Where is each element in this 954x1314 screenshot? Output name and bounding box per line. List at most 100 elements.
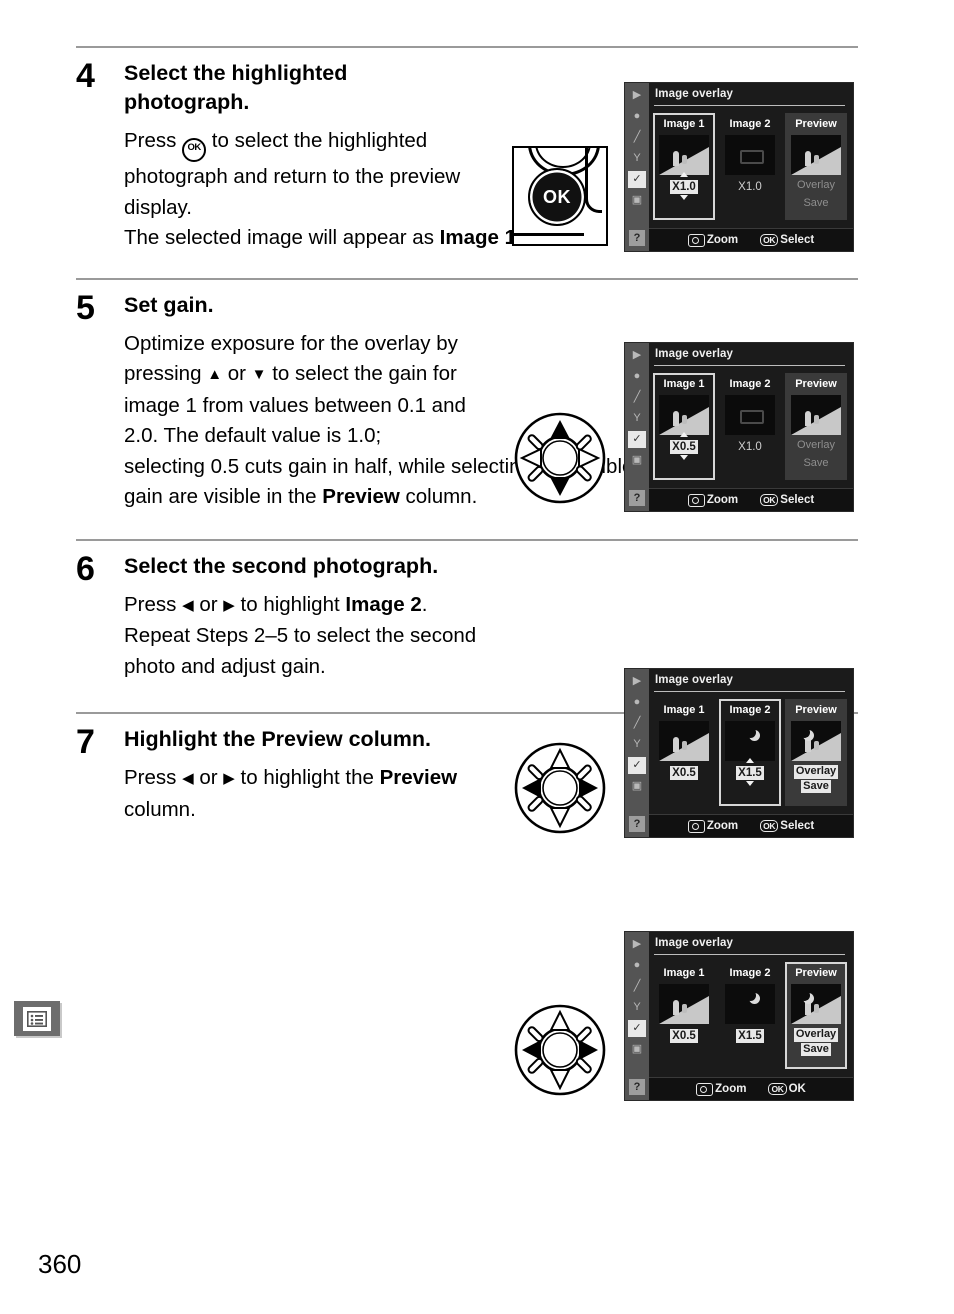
step-body-lead: Press [124,129,183,152]
step-number: 4 [76,57,95,95]
lcd-menu-sidebar: ▶ ● ╱ Y ✓ ▣ ? [625,83,649,251]
caret-down-icon [745,781,754,786]
overlay-option[interactable]: Overlay [785,765,847,779]
column-label: Image 1 [663,378,705,390]
zoom-label: Zoom [706,494,739,506]
overlay-option[interactable]: Overlay [785,439,847,453]
gain-value: X1.5 [736,766,764,780]
camera-body-edge [585,148,602,213]
save-option[interactable]: Save [787,1042,845,1056]
custom-settings-icon[interactable]: ╱ [628,978,646,995]
save-label: Save [803,456,829,469]
body-lead: Press [124,592,183,616]
lcd-title-divider [654,105,845,106]
magnifier-icon [687,233,705,247]
save-option[interactable]: Save [785,457,847,471]
ok-hint: OK Select [760,234,814,246]
retouch-menu-icon[interactable]: ✓ [628,171,646,188]
step-number: 6 [76,549,95,588]
thumbnail-image2-empty [725,395,775,435]
step-number: 7 [76,723,95,761]
lcd-step-5: ▶ ● ╱ Y ✓ ▣ ? Image overlay Image 1 X0.5… [624,342,854,512]
gain-control[interactable]: X1.0 [670,172,698,200]
lcd-column-image1[interactable]: Image 1 X0.5 [653,699,715,806]
lcd-column-image1[interactable]: Image 1 X0.5 [653,962,715,1069]
lcd-column-image1[interactable]: Image 1 X0.5 [653,373,715,480]
gain-control[interactable]: X0.5 [670,432,698,460]
column-label: Image 1 [663,118,705,130]
ok-button: OK [528,168,586,226]
recent-settings-icon[interactable]: ▣ [628,778,646,795]
column-label: Preview [795,704,837,716]
playback-icon[interactable]: ▶ [628,87,646,104]
overlay-label: Overlay [793,765,839,779]
thumbnail-image2 [725,984,775,1024]
lcd-columns: Image 1 X0.5 Image 2 X1.0 Preview Overla… [653,373,847,480]
thumbnail-image1 [659,395,709,435]
caret-up-icon [679,432,688,437]
gain-value: X0.5 [670,440,698,454]
setup-menu-icon[interactable]: Y [628,150,646,167]
column-label: Image 2 [729,704,771,716]
body-bold: Image 2 [345,592,422,616]
retouch-menu-icon[interactable]: ✓ [628,431,646,448]
column-label: Preview [795,378,837,390]
playback-icon[interactable]: ▶ [628,673,646,690]
shooting-menu-icon[interactable]: ● [628,694,646,711]
lcd-column-image1[interactable]: Image 1 X1.0 [653,113,715,220]
help-icon[interactable]: ? [629,490,645,506]
playback-icon[interactable]: ▶ [628,347,646,364]
save-option[interactable]: Save [785,779,847,793]
thumbnail-image1 [659,721,709,761]
ok-action-label: Select [780,234,815,246]
lcd-column-preview[interactable]: Preview Overlay Save [785,699,847,806]
title-end: column. [342,727,432,751]
thumbnail-preview [791,984,841,1024]
setup-menu-icon[interactable]: Y [628,736,646,753]
step-body: Press OK to select the highlighted photo… [124,126,496,223]
setup-menu-icon[interactable]: Y [628,999,646,1016]
lcd-footer: Zoom OK Select [649,228,853,251]
lcd-column-preview[interactable]: Preview Overlay Save [785,962,847,1069]
thumbnail-preview [791,395,841,435]
shooting-menu-icon[interactable]: ● [628,957,646,974]
save-label: Save [801,779,831,793]
custom-settings-icon[interactable]: ╱ [628,129,646,146]
gain-value: X0.5 [670,1029,698,1043]
help-icon[interactable]: ? [629,230,645,246]
custom-settings-icon[interactable]: ╱ [628,389,646,406]
ok-badge-icon: OK [760,494,779,506]
lcd-column-preview[interactable]: Preview Overlay Save [785,113,847,220]
help-icon[interactable]: ? [629,816,645,832]
lcd-column-image2[interactable]: Image 2 X1.5 [719,962,781,1069]
recent-settings-icon[interactable]: ▣ [628,192,646,209]
lcd-footer: Zoom OK Select [649,814,853,837]
thumbnail-image1 [659,984,709,1024]
zoom-hint: Zoom [687,233,738,247]
overlay-option[interactable]: Overlay [787,1028,845,1042]
column-label: Image 2 [729,378,771,390]
column-label: Preview [795,118,837,130]
playback-icon[interactable]: ▶ [628,936,646,953]
recent-settings-icon[interactable]: ▣ [628,452,646,469]
overlay-option[interactable]: Overlay [785,179,847,193]
shooting-menu-icon[interactable]: ● [628,108,646,125]
lcd-column-image2[interactable]: Image 2 X1.5 [719,699,781,806]
retouch-menu-icon[interactable]: ✓ [628,1020,646,1037]
lcd-column-image2[interactable]: Image 2 X1.0 [719,373,781,480]
multi-selector-horizontal [514,742,606,834]
shooting-menu-icon[interactable]: ● [628,368,646,385]
retouch-menu-icon[interactable]: ✓ [628,757,646,774]
body-bold: Preview [379,766,458,789]
tail-bold: Preview [322,485,400,508]
save-option[interactable]: Save [785,197,847,211]
gain-control[interactable]: X1.5 [736,758,764,786]
lcd-column-preview[interactable]: Preview Overlay Save [785,373,847,480]
custom-settings-icon[interactable]: ╱ [628,715,646,732]
title-lead: Highlight the [124,727,262,751]
lcd-column-image2[interactable]: Image 2 X1.0 [719,113,781,220]
body-lead: Press [124,766,183,789]
help-icon[interactable]: ? [629,1079,645,1095]
setup-menu-icon[interactable]: Y [628,410,646,427]
recent-settings-icon[interactable]: ▣ [628,1041,646,1058]
